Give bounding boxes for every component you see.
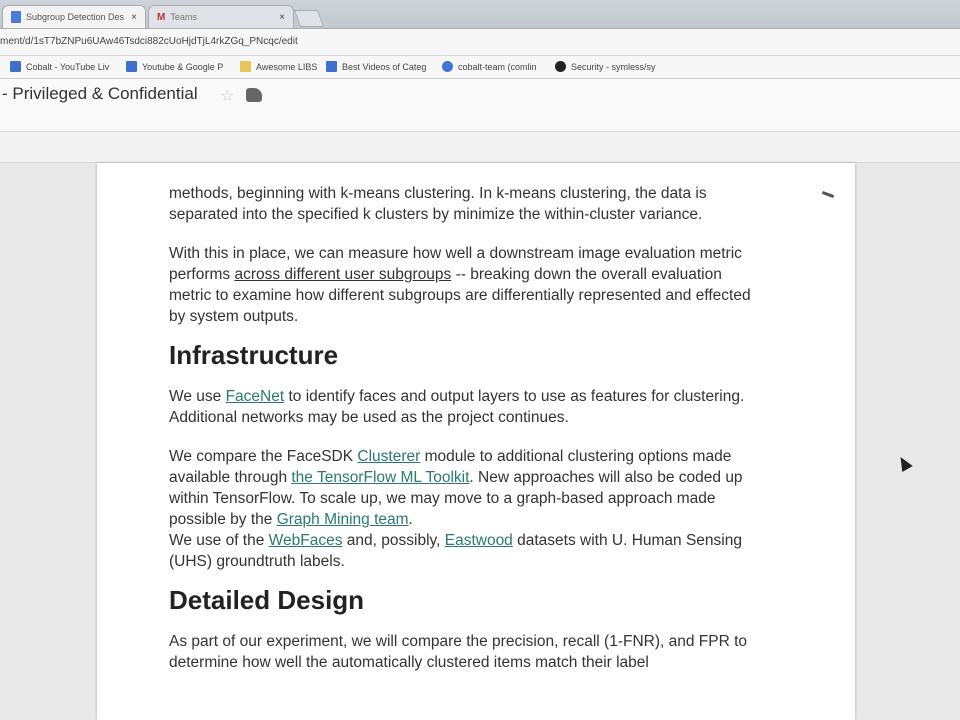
tab-subgroup-detection[interactable]: Subgroup Detection Des × [2,5,146,28]
bookmark-doc-icon [10,61,21,72]
comment-anchor-subgroups[interactable]: across different user subgroups [234,266,451,283]
document-title[interactable]: - Privileged & Confidential [2,84,198,104]
star-icon[interactable]: ☆ [220,86,234,106]
folder-icon [240,61,251,72]
tab-teams[interactable]: M Teams × [148,5,294,28]
url-field[interactable]: ment/d/1sT7bZNPu6UAw46Tsdci882cUoHjdTjL4… [0,36,298,47]
link-graph-mining-team[interactable]: Graph Mining team [277,511,409,528]
link-webfaces[interactable]: WebFaces [269,532,343,549]
bookmark-awesome-libs[interactable]: Awesome LIBS [240,61,317,72]
link-clusterer[interactable]: Clusterer [357,448,420,465]
tab-title: Teams [170,12,197,22]
docs-icon [11,11,21,23]
paragraph-subgroups: With this in place, we can measure how w… [169,243,759,327]
bookmark-best-videos[interactable]: Best Videos of Categ [326,61,426,72]
new-tab-button[interactable] [293,10,325,27]
text-run: We use [169,388,226,405]
paragraph-kmeans: methods, beginning with k-means clusteri… [169,185,707,223]
bookmarks-bar: Cobalt - YouTube Liv Youtube & Google P … [0,56,960,79]
bookmark-label: cobalt-team (comlin [458,61,537,72]
heading-infrastructure: Infrastructure [169,340,339,370]
docs-toolbar [0,132,960,163]
paragraph-experiment: As part of our experiment, we will compa… [169,633,748,671]
bookmark-youtube-google[interactable]: Youtube & Google P [126,61,223,72]
link-facenet[interactable]: FaceNet [226,388,285,405]
paragraph-clusterer: We compare the FaceSDK Clusterer module … [169,446,759,530]
bookmark-label: Best Videos of Categ [342,61,427,72]
bookmark-cobalt-team[interactable]: cobalt-team (comlin [442,61,537,72]
paragraph-facenet: We use FaceNet to identify faces and out… [169,386,759,428]
move-to-drive-icon[interactable] [246,88,262,102]
bookmark-cobalt-youtube[interactable]: Cobalt - YouTube Liv [10,61,109,72]
document-body[interactable]: methods, beginning with k-means clusteri… [169,183,759,691]
mouse-cursor-icon [895,453,913,473]
text-run: . [408,511,413,528]
bookmark-security-symless[interactable]: Security - symless/sy [555,61,656,72]
tab-strip: Subgroup Detection Des × M Teams × [0,0,960,29]
paragraph-datasets: We use of the WebFaces and, possibly, Ea… [169,530,759,572]
tab-title: Subgroup Detection Des [26,12,125,22]
document-page: methods, beginning with k-means clusteri… [97,163,855,720]
gmail-icon: M [157,11,166,23]
bookmark-label: Youtube & Google P [142,61,224,72]
github-icon [555,61,566,72]
text-run: We use of the [169,532,269,549]
text-run: We compare the FaceSDK [169,448,358,465]
bookmark-label: Cobalt - YouTube Liv [26,61,110,72]
link-eastwood[interactable]: Eastwood [445,532,513,549]
link-tensorflow-ml-toolkit[interactable]: the TensorFlow ML Toolkit [291,469,469,486]
bookmark-label: Awesome LIBS [256,61,318,72]
site-icon [442,61,453,72]
bookmark-doc-icon [126,61,137,72]
close-tab-icon[interactable]: × [279,12,285,23]
docs-header: - Privileged & Confidential ☆ [0,79,960,132]
close-tab-icon[interactable]: × [131,12,137,23]
address-bar: ment/d/1sT7bZNPu6UAw46Tsdci882cUoHjdTjL4… [0,29,960,56]
bookmark-doc-icon [326,61,337,72]
text-run: and, possibly, [342,532,445,549]
bookmark-label: Security - symless/sy [571,61,656,72]
heading-detailed-design: Detailed Design [169,585,365,615]
